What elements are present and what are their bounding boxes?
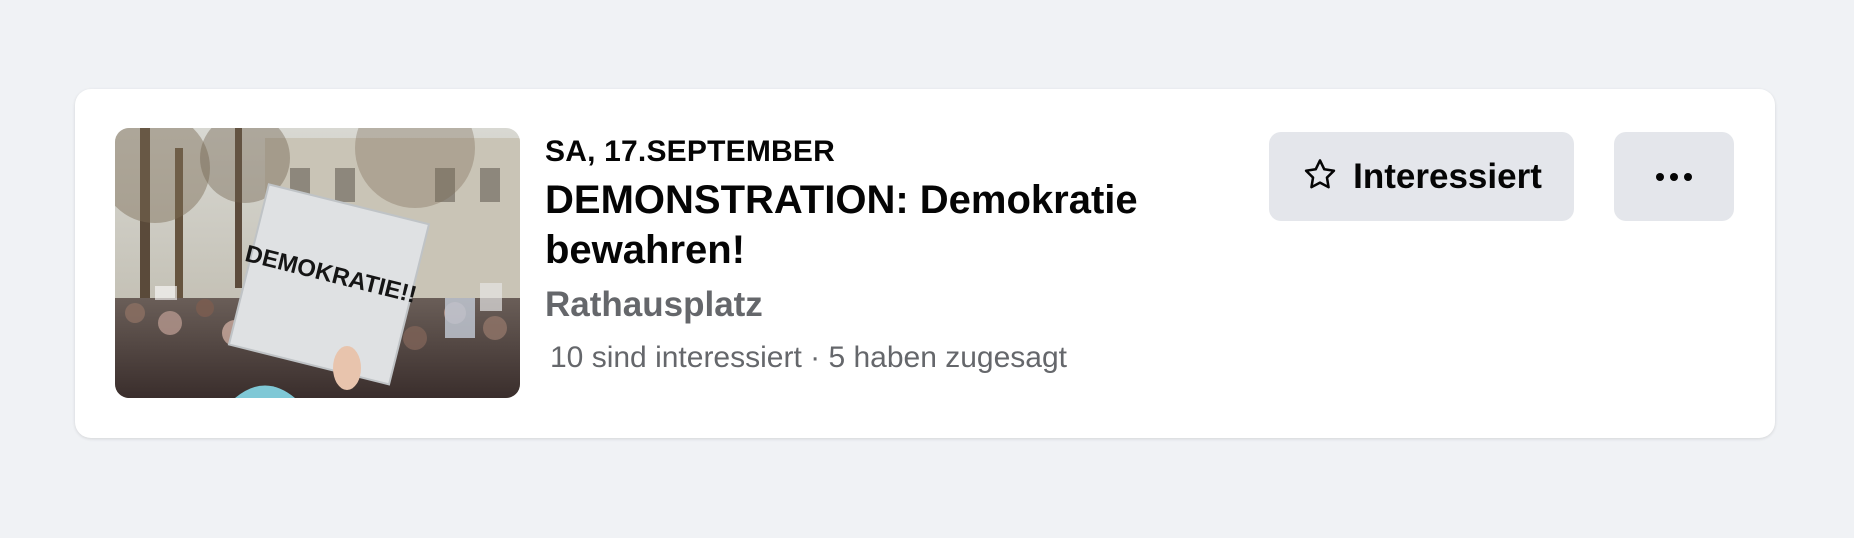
event-date: SA, 17.SEPTEMBER <box>545 135 835 168</box>
interested-button-label: Interessiert <box>1353 156 1542 196</box>
event-card[interactable]: DEMOKRATIE!! SA, 17.SEPTEMBER DEMONSTRAT… <box>75 89 1775 438</box>
star-outline-icon <box>1301 156 1339 197</box>
event-location[interactable]: Rathausplatz <box>545 283 1165 327</box>
more-dots-icon <box>1656 172 1692 181</box>
event-stats: 10 sind interessiert · 5 haben zugesagt <box>550 341 1067 374</box>
event-photo[interactable]: DEMOKRATIE!! <box>115 128 520 398</box>
event-details: SA, 17.SEPTEMBER DEMONSTRATION: Demokrat… <box>545 133 1165 377</box>
event-title[interactable]: DEMONSTRATION: Demokratie bewahren! <box>545 175 1165 275</box>
interested-button[interactable]: Interessiert <box>1269 132 1574 221</box>
more-options-button[interactable] <box>1614 132 1734 221</box>
